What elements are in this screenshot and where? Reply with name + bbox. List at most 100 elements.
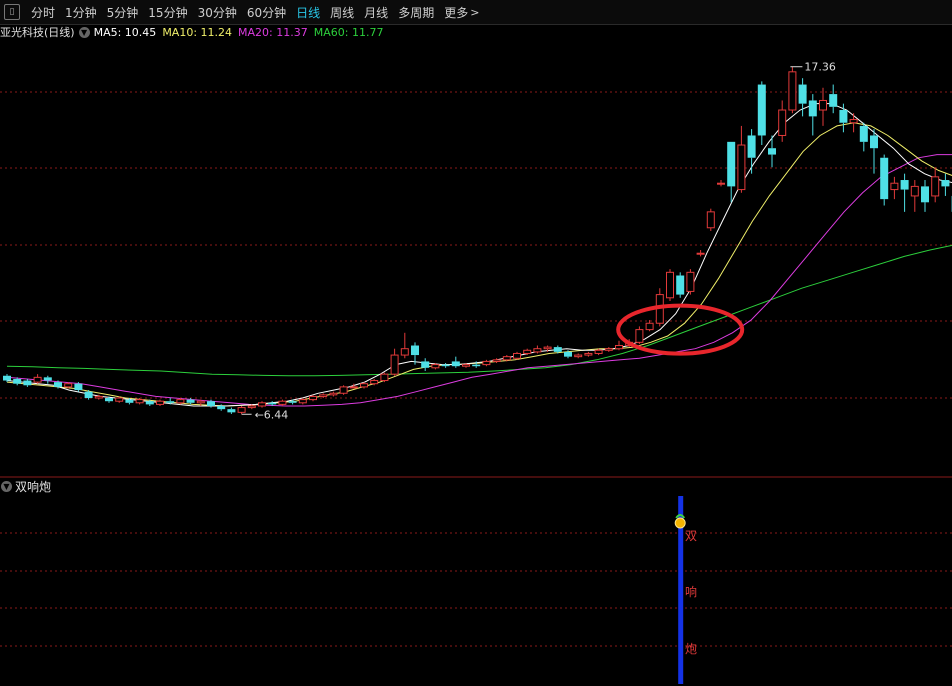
candle-body — [166, 401, 175, 403]
candle-body — [880, 157, 889, 200]
candle-body — [768, 148, 776, 155]
candle-body — [64, 383, 73, 388]
candle-body — [706, 211, 715, 229]
signal-char-2: 响 — [685, 585, 698, 599]
candle-body — [574, 354, 583, 358]
candle-body — [258, 402, 266, 407]
candle-body — [268, 402, 277, 405]
candle-body — [615, 345, 623, 350]
candle-body — [890, 182, 899, 191]
candle-body — [502, 356, 511, 361]
candle-body — [186, 399, 195, 403]
candle-body — [523, 349, 532, 354]
candle-body — [747, 135, 756, 158]
candle-body — [329, 392, 338, 396]
candle-body — [788, 71, 797, 111]
candle-body — [237, 407, 246, 413]
candle-body — [196, 400, 205, 404]
candle-body — [645, 322, 654, 331]
candle-body — [900, 180, 909, 190]
candle-body — [74, 383, 83, 391]
candle-body — [370, 380, 379, 385]
candle-body — [309, 395, 317, 401]
candle-body — [339, 386, 348, 394]
sub-panel-title: 双响炮 — [15, 479, 52, 494]
candle-body — [319, 394, 328, 397]
candle-body — [482, 360, 491, 366]
candle-body — [696, 252, 705, 255]
candle-body — [941, 180, 950, 187]
candle-body — [288, 401, 297, 403]
candle-body — [513, 352, 521, 359]
candle-body — [839, 110, 848, 123]
candle-body — [635, 329, 644, 343]
candle-body — [584, 352, 593, 356]
candle-body — [278, 400, 287, 405]
ma60-line — [6, 244, 952, 377]
candle-body — [390, 354, 399, 375]
candle-body — [778, 109, 787, 136]
candle-body — [227, 409, 236, 413]
candle-body — [145, 401, 154, 405]
candle-body — [910, 185, 919, 197]
candle-body — [54, 382, 62, 387]
candle-body — [298, 399, 307, 404]
candle-body — [931, 176, 940, 197]
candle-body — [349, 386, 358, 389]
candle-body — [3, 375, 11, 381]
candle-body — [431, 364, 440, 369]
candle-body — [553, 347, 562, 352]
chevron-down-icon[interactable]: ▼ — [1, 480, 12, 492]
signal-dot-icon — [674, 517, 686, 529]
candle-body — [411, 345, 419, 356]
candle-body — [84, 391, 93, 399]
candle-body — [156, 400, 164, 405]
candle-body — [757, 84, 766, 136]
candle-body — [686, 271, 695, 292]
candle-body — [176, 399, 185, 404]
candle-body — [717, 182, 725, 185]
candle-body — [543, 346, 552, 350]
candle-body — [421, 361, 430, 368]
candle-body — [727, 141, 736, 187]
candle-body — [808, 100, 817, 117]
candle-body — [921, 186, 929, 203]
candle-body — [472, 364, 481, 367]
candle-body — [604, 348, 613, 351]
candle-body — [676, 275, 685, 295]
candle-body — [207, 401, 215, 406]
candle-body — [533, 348, 542, 353]
candle-body — [115, 397, 124, 402]
kline-chart[interactable]: 17.36 ←6.44 — [0, 0, 952, 686]
sub-panel-header: ▼ 双响炮 — [0, 478, 51, 494]
candle-body — [819, 99, 827, 111]
candle-body — [849, 119, 858, 124]
candle-body — [859, 125, 868, 142]
ma10-line — [6, 122, 952, 407]
candle-body — [23, 380, 32, 386]
candle-body — [360, 383, 368, 388]
candle-body — [798, 84, 807, 104]
candle-body — [462, 364, 470, 367]
candle-body — [451, 361, 460, 367]
candle-body — [564, 351, 572, 357]
candle-body — [135, 399, 144, 404]
signal-char-1: 双 — [685, 529, 698, 543]
candle-body — [13, 378, 22, 384]
candle-body — [125, 399, 134, 403]
candle-body — [400, 348, 409, 356]
low-price-label: ←6.44 — [255, 408, 289, 421]
high-price-label: 17.36 — [804, 61, 836, 74]
candle-body — [441, 364, 450, 367]
signal-char-3: 炮 — [685, 642, 698, 656]
candle-body — [737, 144, 746, 191]
ma5-line — [6, 103, 952, 407]
candle-body — [870, 135, 878, 149]
candle-body — [217, 405, 226, 410]
candle-body — [105, 398, 113, 402]
candle-body — [33, 376, 42, 383]
candle-body — [829, 94, 838, 107]
candle-body — [666, 271, 674, 299]
candle-body — [380, 373, 389, 382]
candle-body — [594, 349, 603, 354]
